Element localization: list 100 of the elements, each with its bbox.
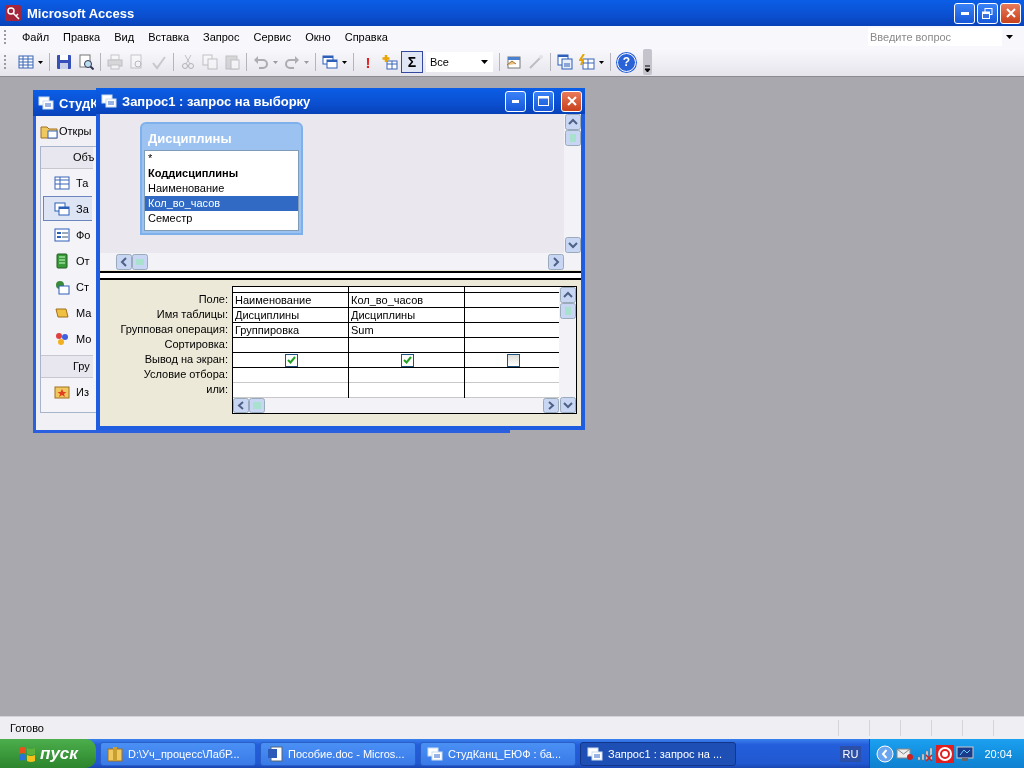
- clock: 20:04: [984, 747, 1012, 760]
- caret-icon: [599, 60, 604, 64]
- top-values-combo[interactable]: Все: [426, 52, 493, 72]
- row-label: Имя таблицы:: [156, 307, 228, 322]
- window-title: Microsoft Access: [27, 5, 136, 21]
- menu-item[interactable]: Окно: [298, 29, 338, 45]
- language-indicator[interactable]: RU: [839, 745, 862, 762]
- scroll-thumb-icon[interactable]: [559, 303, 576, 319]
- grid-cell[interactable]: Дисциплины: [233, 308, 348, 323]
- printer-icon: [107, 54, 123, 70]
- scroll-up-icon[interactable]: [564, 114, 581, 130]
- show-checkbox[interactable]: [285, 353, 298, 367]
- horizontal-scrollbar[interactable]: [100, 253, 564, 270]
- table-icon: [18, 54, 34, 70]
- row-label: Групповая операция:: [120, 322, 228, 337]
- toolbar-button[interactable]: Σ: [401, 51, 423, 73]
- vertical-scrollbar[interactable]: [559, 287, 576, 413]
- group-item[interactable]: Из: [43, 379, 92, 404]
- object-item[interactable]: Фо: [43, 222, 92, 247]
- chevron-icon[interactable]: [876, 744, 895, 763]
- scroll-down-icon[interactable]: [564, 237, 581, 253]
- start-button[interactable]: пуск: [0, 739, 96, 768]
- windows-icon: [427, 745, 443, 762]
- scroll-down-icon[interactable]: [559, 397, 576, 413]
- signal-icon[interactable]: [916, 745, 935, 762]
- taskbar-button[interactable]: Пособие.doc - Micros...: [260, 741, 416, 766]
- menu-item[interactable]: Вставка: [141, 29, 196, 45]
- target-icon[interactable]: [936, 744, 955, 763]
- objects-header[interactable]: Объ: [41, 147, 93, 169]
- field-item[interactable]: Кол_во_часов: [145, 196, 298, 211]
- mail-icon[interactable]: [896, 745, 915, 762]
- vertical-scrollbar[interactable]: [564, 114, 581, 270]
- windows-icon: [101, 93, 117, 109]
- window-title: СтудК: [59, 95, 99, 111]
- taskbar-button[interactable]: D:\Уч_процесс\ЛабР...: [100, 741, 256, 766]
- grid-cell[interactable]: Кол_во_часов: [349, 293, 464, 308]
- field-item[interactable]: Семестр: [145, 211, 298, 226]
- toolbar-button[interactable]: !: [357, 51, 379, 73]
- toolbar-options-icon[interactable]: [643, 49, 652, 75]
- scroll-right-icon[interactable]: [548, 253, 564, 270]
- book-icon: [54, 252, 70, 269]
- groups-header[interactable]: Гру: [41, 355, 93, 378]
- row-label: Поле:: [198, 292, 228, 307]
- help-search-field[interactable]: Введите вопрос: [868, 28, 1002, 46]
- minimize-button[interactable]: [954, 2, 975, 24]
- grid-cell[interactable]: Группировка: [233, 323, 348, 338]
- preview-icon: [129, 54, 145, 70]
- object-item[interactable]: От: [43, 248, 92, 273]
- open-button[interactable]: Откры: [40, 123, 92, 139]
- windows-flag-icon: [18, 745, 37, 762]
- scroll-thumb-icon[interactable]: [249, 398, 265, 413]
- object-item[interactable]: Ма: [43, 300, 92, 325]
- scroll-left-icon[interactable]: [233, 398, 249, 413]
- scroll-up-icon[interactable]: [559, 287, 576, 303]
- object-item[interactable]: За: [43, 196, 92, 221]
- grid-cell[interactable]: Sum: [349, 323, 464, 338]
- grid-cell[interactable]: Дисциплины: [349, 308, 464, 323]
- close-button[interactable]: [561, 90, 582, 112]
- star-folder-icon: [54, 383, 70, 400]
- show-checkbox[interactable]: [401, 353, 414, 367]
- menu-item[interactable]: Файл: [15, 29, 57, 45]
- toolbar-button[interactable]: ?: [614, 51, 639, 73]
- restore-icon: [982, 7, 993, 19]
- menu-item[interactable]: Справка: [337, 29, 395, 45]
- field-item[interactable]: Наименование: [145, 181, 298, 196]
- menu-item[interactable]: Запрос: [196, 29, 247, 45]
- field-item[interactable]: *: [145, 151, 298, 166]
- object-item[interactable]: Ст: [43, 274, 92, 299]
- shapes-icon: [54, 330, 70, 347]
- scroll-thumb-icon[interactable]: [132, 253, 148, 270]
- scroll-thumb-icon[interactable]: [564, 130, 581, 146]
- object-item[interactable]: Мо: [43, 326, 92, 351]
- field-item[interactable]: Коддисциплины: [145, 166, 298, 181]
- table-icon: [54, 174, 70, 191]
- grid-cell[interactable]: Наименование: [233, 293, 348, 308]
- show-checkbox[interactable]: [506, 353, 520, 367]
- toolbar-button[interactable]: [576, 51, 607, 73]
- caret-icon: [342, 60, 347, 64]
- minimize-button[interactable]: [505, 90, 526, 112]
- menu-item[interactable]: Вид: [107, 29, 142, 45]
- maximize-button[interactable]: [533, 90, 554, 112]
- taskbar-button[interactable]: Запрос1 : запрос на ...: [580, 741, 736, 766]
- menu-item[interactable]: Сервис: [246, 29, 299, 45]
- scissors-icon: [180, 54, 196, 70]
- restore-button[interactable]: [977, 2, 998, 24]
- status-text: Готово: [9, 722, 44, 734]
- scroll-right-icon[interactable]: [543, 398, 559, 413]
- horizontal-scrollbar[interactable]: [233, 398, 559, 413]
- object-item[interactable]: Та: [43, 170, 92, 195]
- magnifier-icon: [78, 54, 94, 70]
- menu-item[interactable]: Правка: [56, 29, 108, 45]
- close-icon: [1005, 8, 1016, 18]
- taskbar-button[interactable]: СтудКанц_ЕЮФ : ба...: [420, 741, 576, 766]
- toolbar-button[interactable]: [554, 51, 576, 73]
- close-button[interactable]: [1000, 2, 1021, 24]
- monitor-icon[interactable]: [956, 745, 975, 762]
- pane-splitter[interactable]: [100, 271, 581, 280]
- scroll-left-icon[interactable]: [116, 253, 132, 270]
- copy-icon: [202, 54, 218, 70]
- properties-icon: [506, 54, 522, 70]
